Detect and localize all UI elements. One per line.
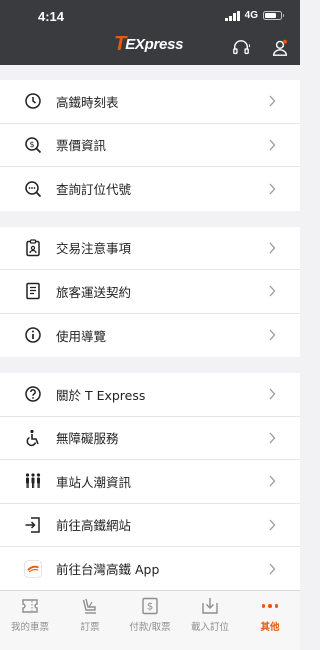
- accessibility-icon: [24, 429, 42, 447]
- more-icon: [259, 596, 281, 616]
- customer-service-button[interactable]: [231, 38, 251, 58]
- question-icon: [24, 385, 42, 403]
- ticket-icon: [19, 596, 41, 616]
- tab-my-tickets[interactable]: 我的車票: [0, 591, 60, 650]
- tab-payment[interactable]: $ 付款/取票: [120, 591, 180, 650]
- tab-label: 訂票: [80, 622, 100, 633]
- status-indicators: 4G: [225, 10, 284, 21]
- tab-label: 其他: [260, 622, 280, 633]
- crowd-icon: [24, 472, 42, 490]
- menu-item-label: 查詢訂位代號: [56, 182, 132, 198]
- menu-item-fare-info[interactable]: $ 票價資訊: [0, 123, 300, 167]
- clock-icon: [24, 92, 42, 110]
- tab-label: 載入訂位: [190, 622, 229, 633]
- menu-item-label: 交易注意事項: [56, 241, 132, 257]
- chevron-right-icon: [269, 388, 276, 400]
- headset-icon: [233, 40, 250, 55]
- network-type: 4G: [244, 10, 258, 21]
- menu-item-station-crowd[interactable]: 車站人潮資訊: [0, 460, 300, 504]
- external-link-icon: [24, 516, 42, 534]
- menu-item-label: 票價資訊: [56, 138, 107, 154]
- payment-icon: $: [139, 596, 161, 616]
- chevron-right-icon: [269, 432, 276, 444]
- contract-icon: [24, 282, 42, 300]
- texpress-logo: T EXpress: [114, 32, 184, 55]
- menu-item-timetable[interactable]: 高鐵時刻表: [0, 80, 300, 124]
- chevron-right-icon: [269, 139, 276, 151]
- chevron-right-icon: [269, 242, 276, 254]
- info-icon: [24, 326, 42, 344]
- chevron-right-icon: [269, 183, 276, 195]
- tab-more[interactable]: 其他: [240, 591, 300, 650]
- bottom-tab-bar: 我的車票 訂票 $ 付款/取票 載入訂位 其他: [0, 590, 300, 650]
- menu-item-accessibility[interactable]: 無障礙服務: [0, 416, 300, 460]
- menu-item-transaction-notes[interactable]: 交易注意事項: [0, 226, 300, 270]
- menu-item-passenger-contract[interactable]: 旅客運送契約: [0, 270, 300, 314]
- menu-group-schedule: 高鐵時刻表 $ 票價資訊 查詢訂位代號: [0, 80, 300, 211]
- chevron-right-icon: [269, 519, 276, 531]
- chevron-right-icon: [269, 95, 276, 107]
- menu-item-label: 無障礙服務: [56, 431, 119, 447]
- menu-item-label: 前往台灣高鐵 App: [56, 562, 160, 578]
- tab-book[interactable]: 訂票: [60, 591, 120, 650]
- chevron-right-icon: [269, 563, 276, 575]
- profile-button[interactable]: [270, 38, 290, 58]
- tab-label: 我的車票: [10, 622, 49, 633]
- menu-item-user-guide[interactable]: 使用導覽: [0, 313, 300, 357]
- thsr-app-icon: [24, 559, 42, 578]
- tab-load-booking[interactable]: 載入訂位: [180, 591, 240, 650]
- svg-text:$: $: [147, 602, 153, 613]
- load-booking-icon: [199, 596, 221, 616]
- menu-list: 高鐵時刻表 $ 票價資訊 查詢訂位代號 交易注意事項 旅客運送契約 使用導覽 關…: [0, 65, 300, 590]
- chevron-right-icon: [269, 285, 276, 297]
- menu-item-label: 高鐵時刻表: [56, 94, 119, 110]
- status-time: 4:14: [38, 9, 65, 24]
- menu-item-query-booking[interactable]: 查詢訂位代號: [0, 167, 300, 211]
- menu-item-label: 使用導覽: [56, 328, 107, 344]
- clipboard-icon: [24, 239, 42, 257]
- menu-item-label: 旅客運送契約: [56, 284, 132, 300]
- chevron-right-icon: [269, 475, 276, 487]
- app-header: 4:14 4G T EXpress: [0, 0, 300, 65]
- menu-item-label: 車站人潮資訊: [56, 474, 132, 490]
- battery-icon: [263, 11, 284, 20]
- menu-group-terms: 交易注意事項 旅客運送契約 使用導覽: [0, 226, 300, 357]
- signal-icon: [225, 10, 240, 21]
- chevron-right-icon: [269, 329, 276, 341]
- menu-item-label: 前往高鐵網站: [56, 518, 132, 534]
- seat-icon: [79, 596, 101, 616]
- tab-label: 付款/取票: [129, 622, 171, 633]
- menu-item-thsr-website[interactable]: 前往高鐵網站: [0, 503, 300, 547]
- svg-text:$: $: [29, 140, 34, 149]
- menu-item-thsr-app[interactable]: 前往台灣高鐵 App: [0, 547, 300, 590]
- menu-item-label: 關於 T Express: [56, 387, 146, 403]
- user-icon: [272, 39, 288, 56]
- menu-item-about[interactable]: 關於 T Express: [0, 373, 300, 417]
- menu-group-about: 關於 T Express 無障礙服務 車站人潮資訊 前往高鐵網站 前往台灣高鐵 …: [0, 373, 300, 590]
- fare-icon: $: [24, 136, 42, 154]
- search-booking-icon: [24, 180, 42, 198]
